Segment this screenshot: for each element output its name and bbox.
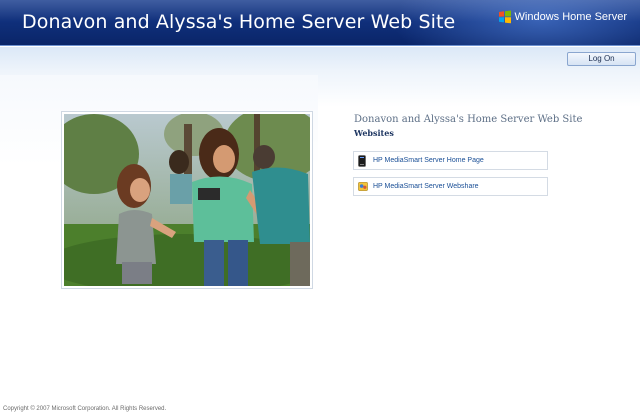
link-label: HP MediaSmart Server Webshare [373, 183, 479, 190]
link-mediasmart-home-page[interactable]: HP MediaSmart Server Home Page [353, 151, 548, 170]
logo-text: Windows Home Server [514, 11, 627, 23]
copyright-text: Copyright © 2007 Microsoft Corporation. … [3, 406, 167, 412]
site-header: Donavon and Alyssa's Home Server Web Sit… [0, 0, 640, 46]
site-title: Donavon and Alyssa's Home Server Web Sit… [22, 11, 456, 33]
photo-frame [61, 111, 313, 289]
log-on-button[interactable]: Log On [567, 52, 636, 66]
websites-subheading: Websites [354, 128, 394, 138]
windows-flag-icon [498, 10, 511, 24]
link-mediasmart-webshare[interactable]: HP MediaSmart Server Webshare [353, 177, 548, 196]
windows-home-server-logo: Windows Home Server [498, 10, 627, 24]
family-photo-image [64, 114, 310, 286]
server-device-icon [358, 154, 368, 167]
link-label: HP MediaSmart Server Home Page [373, 157, 484, 164]
webshare-icon [358, 181, 368, 193]
page-heading: Donavon and Alyssa's Home Server Web Sit… [354, 114, 583, 125]
family-photo-illustration [64, 114, 310, 286]
